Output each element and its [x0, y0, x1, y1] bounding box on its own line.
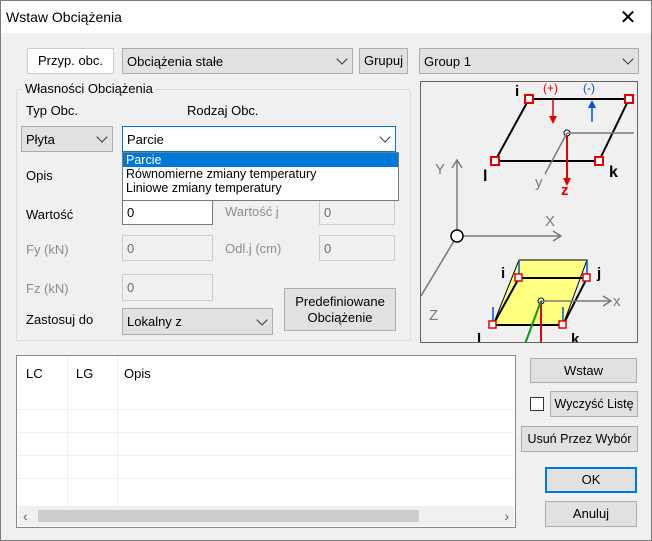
predefined-load-line1: Predefiniowane — [295, 293, 385, 309]
ok-button-label: OK — [581, 472, 601, 487]
load-properties-title: Własności Obciążenia — [23, 81, 155, 96]
insert-button-label: Wstaw — [564, 362, 603, 378]
column-header-description[interactable]: Opis — [124, 366, 151, 381]
chevron-down-icon — [336, 53, 348, 65]
offset-j-input-text: 0 — [324, 240, 332, 256]
load-type-label: Typ Obc. — [26, 103, 79, 118]
lower-node-label-i: i — [501, 265, 505, 282]
load-case-combo-value: Obciążenia stałe — [127, 53, 224, 69]
lower-node-label-j: j — [596, 265, 601, 282]
node-label-k: k — [609, 164, 618, 181]
apply-to-value: Lokalny z — [127, 314, 182, 329]
lower-node-label-k: k — [571, 331, 580, 343]
offset-j-input[interactable]: 0 — [319, 235, 395, 261]
load-list[interactable]: LC LG Opis ‹ › — [16, 355, 516, 528]
global-z-axis-label: Z — [429, 307, 438, 324]
scroll-right-icon[interactable]: › — [504, 508, 509, 524]
clear-list-checkbox[interactable] — [530, 397, 544, 411]
positive-load-marker: (+) — [543, 82, 558, 95]
apply-to-label: Zastosuj do — [26, 312, 94, 327]
load-case-tab-label: Przyp. obc. — [37, 53, 104, 68]
fz-label: Fz (kN) — [26, 281, 69, 296]
upper-plate: i k l (+) (-) z y — [483, 82, 634, 199]
value-input[interactable]: 0 — [122, 200, 213, 225]
value-j-input-text: 0 — [324, 205, 332, 220]
close-icon: ✕ — [619, 6, 637, 29]
fy-label: Fy (kN) — [26, 242, 69, 257]
chevron-down-icon — [379, 131, 391, 143]
fz-input[interactable]: 0 — [122, 274, 213, 301]
chevron-down-icon — [96, 131, 108, 143]
description-label: Opis — [26, 168, 53, 183]
value-j-input[interactable]: 0 — [319, 200, 395, 225]
scroll-left-icon[interactable]: ‹ — [23, 508, 28, 524]
lower-local-x-axis-label: x — [613, 293, 621, 310]
column-separator — [67, 356, 68, 505]
global-y-axis-label: Y — [435, 161, 445, 178]
load-type-value: Płyta — [26, 131, 55, 147]
dialog-window: Wstaw Obciążenia ✕ Przyp. obc. Obciążeni… — [0, 0, 652, 541]
load-case-combo[interactable]: Obciążenia stałe — [122, 48, 353, 74]
predefined-load-button[interactable]: Predefiniowane Obciążenie — [284, 288, 396, 331]
load-kind-combo[interactable]: Parcie — [122, 126, 396, 152]
value-j-label: Wartość j — [225, 204, 279, 219]
column-separator — [117, 356, 118, 505]
cancel-button-label: Anuluj — [572, 506, 610, 521]
value-label: Wartość — [26, 207, 74, 222]
load-case-tab[interactable]: Przyp. obc. — [27, 48, 114, 74]
dropdown-option-linear-temperature[interactable]: Liniowe zmiany temperatury — [123, 181, 398, 195]
offset-j-label: Odl.j (cm) — [225, 241, 282, 256]
node-label-i: i — [515, 83, 519, 100]
value-input-text: 0 — [127, 205, 135, 220]
fz-input-text: 0 — [127, 280, 135, 295]
dropdown-option-uniform-temperature[interactable]: Równomierne zmiany temperatury — [123, 167, 398, 181]
horizontal-scrollbar[interactable]: ‹ › — [18, 506, 514, 526]
cancel-button[interactable]: Anuluj — [545, 501, 637, 527]
node-label-l: l — [483, 168, 487, 185]
chevron-down-icon — [622, 53, 634, 65]
negative-load-marker: (-) — [583, 82, 595, 95]
group-button[interactable]: Grupuj — [359, 48, 408, 74]
lower-node-label-l: l — [477, 331, 481, 343]
node-marker — [490, 156, 500, 166]
node-marker — [594, 156, 604, 166]
lower-plate: i j k l x — [477, 259, 621, 343]
table-row — [18, 455, 514, 456]
load-preview-diagram: i k l (+) (-) z y Y X Z i j k l x — [420, 81, 638, 343]
load-kind-value: Parcie — [127, 131, 164, 147]
table-row — [18, 409, 514, 410]
insert-button[interactable]: Wstaw — [530, 358, 637, 383]
local-y-axis-label: y — [535, 174, 543, 191]
title-bar: Wstaw Obciążenia ✕ — [1, 1, 651, 33]
chevron-down-icon — [256, 313, 268, 326]
table-row — [18, 478, 514, 479]
clear-list-button[interactable]: Wyczyść Listę — [550, 391, 638, 417]
predefined-load-line2: Obciążenie — [307, 309, 373, 325]
node-marker — [524, 94, 534, 104]
ok-button[interactable]: OK — [545, 467, 637, 493]
remove-selected-button[interactable]: Usuń Przez Wybór — [521, 426, 638, 452]
group-combo[interactable]: Group 1 — [419, 48, 639, 74]
close-button[interactable]: ✕ — [605, 1, 651, 33]
load-kind-label: Rodzaj Obc. — [187, 103, 259, 118]
dropdown-option-pressure[interactable]: Parcie — [123, 153, 398, 167]
group-combo-value: Group 1 — [424, 53, 471, 69]
column-header-lc[interactable]: LC — [26, 366, 43, 381]
scrollbar-thumb[interactable] — [38, 510, 419, 522]
local-z-axis-label: z — [561, 182, 569, 199]
remove-selected-button-label: Usuń Przez Wybór — [527, 432, 632, 446]
fy-input-text: 0 — [127, 240, 135, 256]
group-button-label: Grupuj — [363, 53, 404, 68]
column-header-lg[interactable]: LG — [76, 366, 93, 381]
window-title: Wstaw Obciążenia — [6, 9, 122, 25]
plate-load-diagram: i k l (+) (-) z y Y X Z i j k l x — [421, 82, 634, 343]
load-type-combo[interactable]: Płyta — [21, 126, 113, 152]
apply-to-combo[interactable]: Lokalny z — [122, 308, 273, 335]
load-kind-dropdown-list: Parcie Równomierne zmiany temperatury Li… — [122, 152, 399, 201]
clear-list-button-label: Wyczyść Listę — [554, 397, 634, 411]
global-x-axis-label: X — [545, 213, 555, 230]
fy-input[interactable]: 0 — [122, 235, 213, 261]
table-row — [18, 432, 514, 433]
node-marker — [624, 94, 634, 104]
